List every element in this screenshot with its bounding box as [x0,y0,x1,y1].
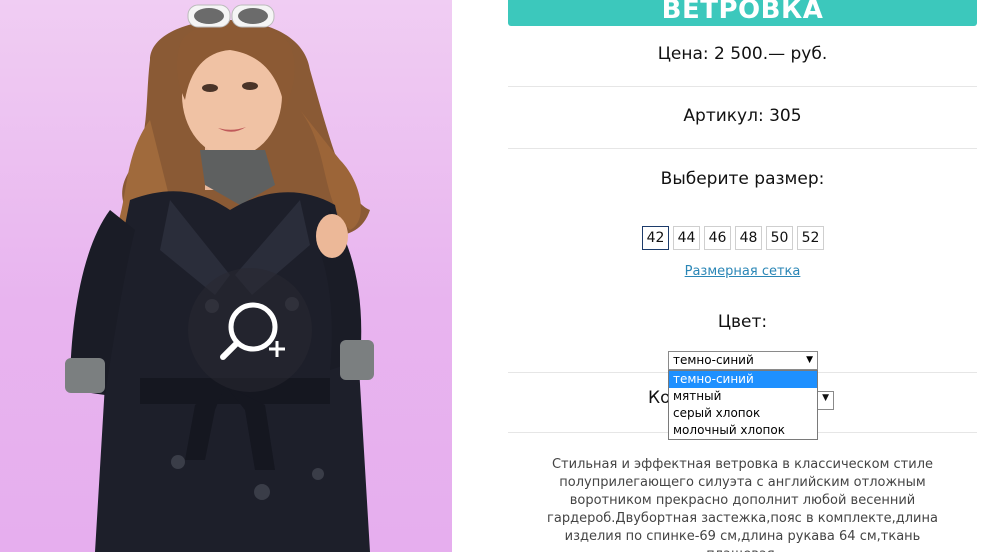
product-title: ВЕТРОВКА [508,0,977,26]
model-illustration [65,4,374,552]
size-selector: 42 44 46 48 50 52 [642,226,824,250]
color-option[interactable]: темно-синий [669,371,817,388]
product-info-panel: ВЕТРОВКА Цена: 2 500.— руб. Артикул: 305… [508,0,977,552]
size-option-46[interactable]: 46 [704,226,731,250]
chevron-down-icon: ▼ [822,393,829,403]
color-select-value: темно-синий [673,353,754,367]
color-option[interactable]: мятный [669,388,817,405]
size-option-48[interactable]: 48 [735,226,762,250]
zoom-in-icon[interactable] [215,295,295,375]
divider [508,86,977,87]
size-option-42[interactable]: 42 [642,226,669,250]
color-header: Цвет: [717,312,768,332]
chevron-down-icon: ▼ [806,355,813,365]
size-option-44[interactable]: 44 [673,226,700,250]
size-option-50[interactable]: 50 [766,226,793,250]
product-description: Стильная и эффектная ветровка в классиче… [547,457,938,552]
color-option[interactable]: молочный хлопок [669,422,817,439]
color-option[interactable]: серый хлопок [669,405,817,422]
divider [508,148,977,149]
product-photo[interactable] [0,0,452,552]
size-header: Выберите размер: [660,169,825,189]
color-dropdown-list: темно-синий мятный серый хлопок молочный… [668,370,818,440]
product-article: Артикул: 305 [683,106,802,126]
product-price: Цена: 2 500.— руб. [657,44,828,64]
size-chart-link[interactable]: Размерная сетка [508,264,977,279]
color-select[interactable]: темно-синий ▼ [668,351,818,370]
size-option-52[interactable]: 52 [797,226,824,250]
